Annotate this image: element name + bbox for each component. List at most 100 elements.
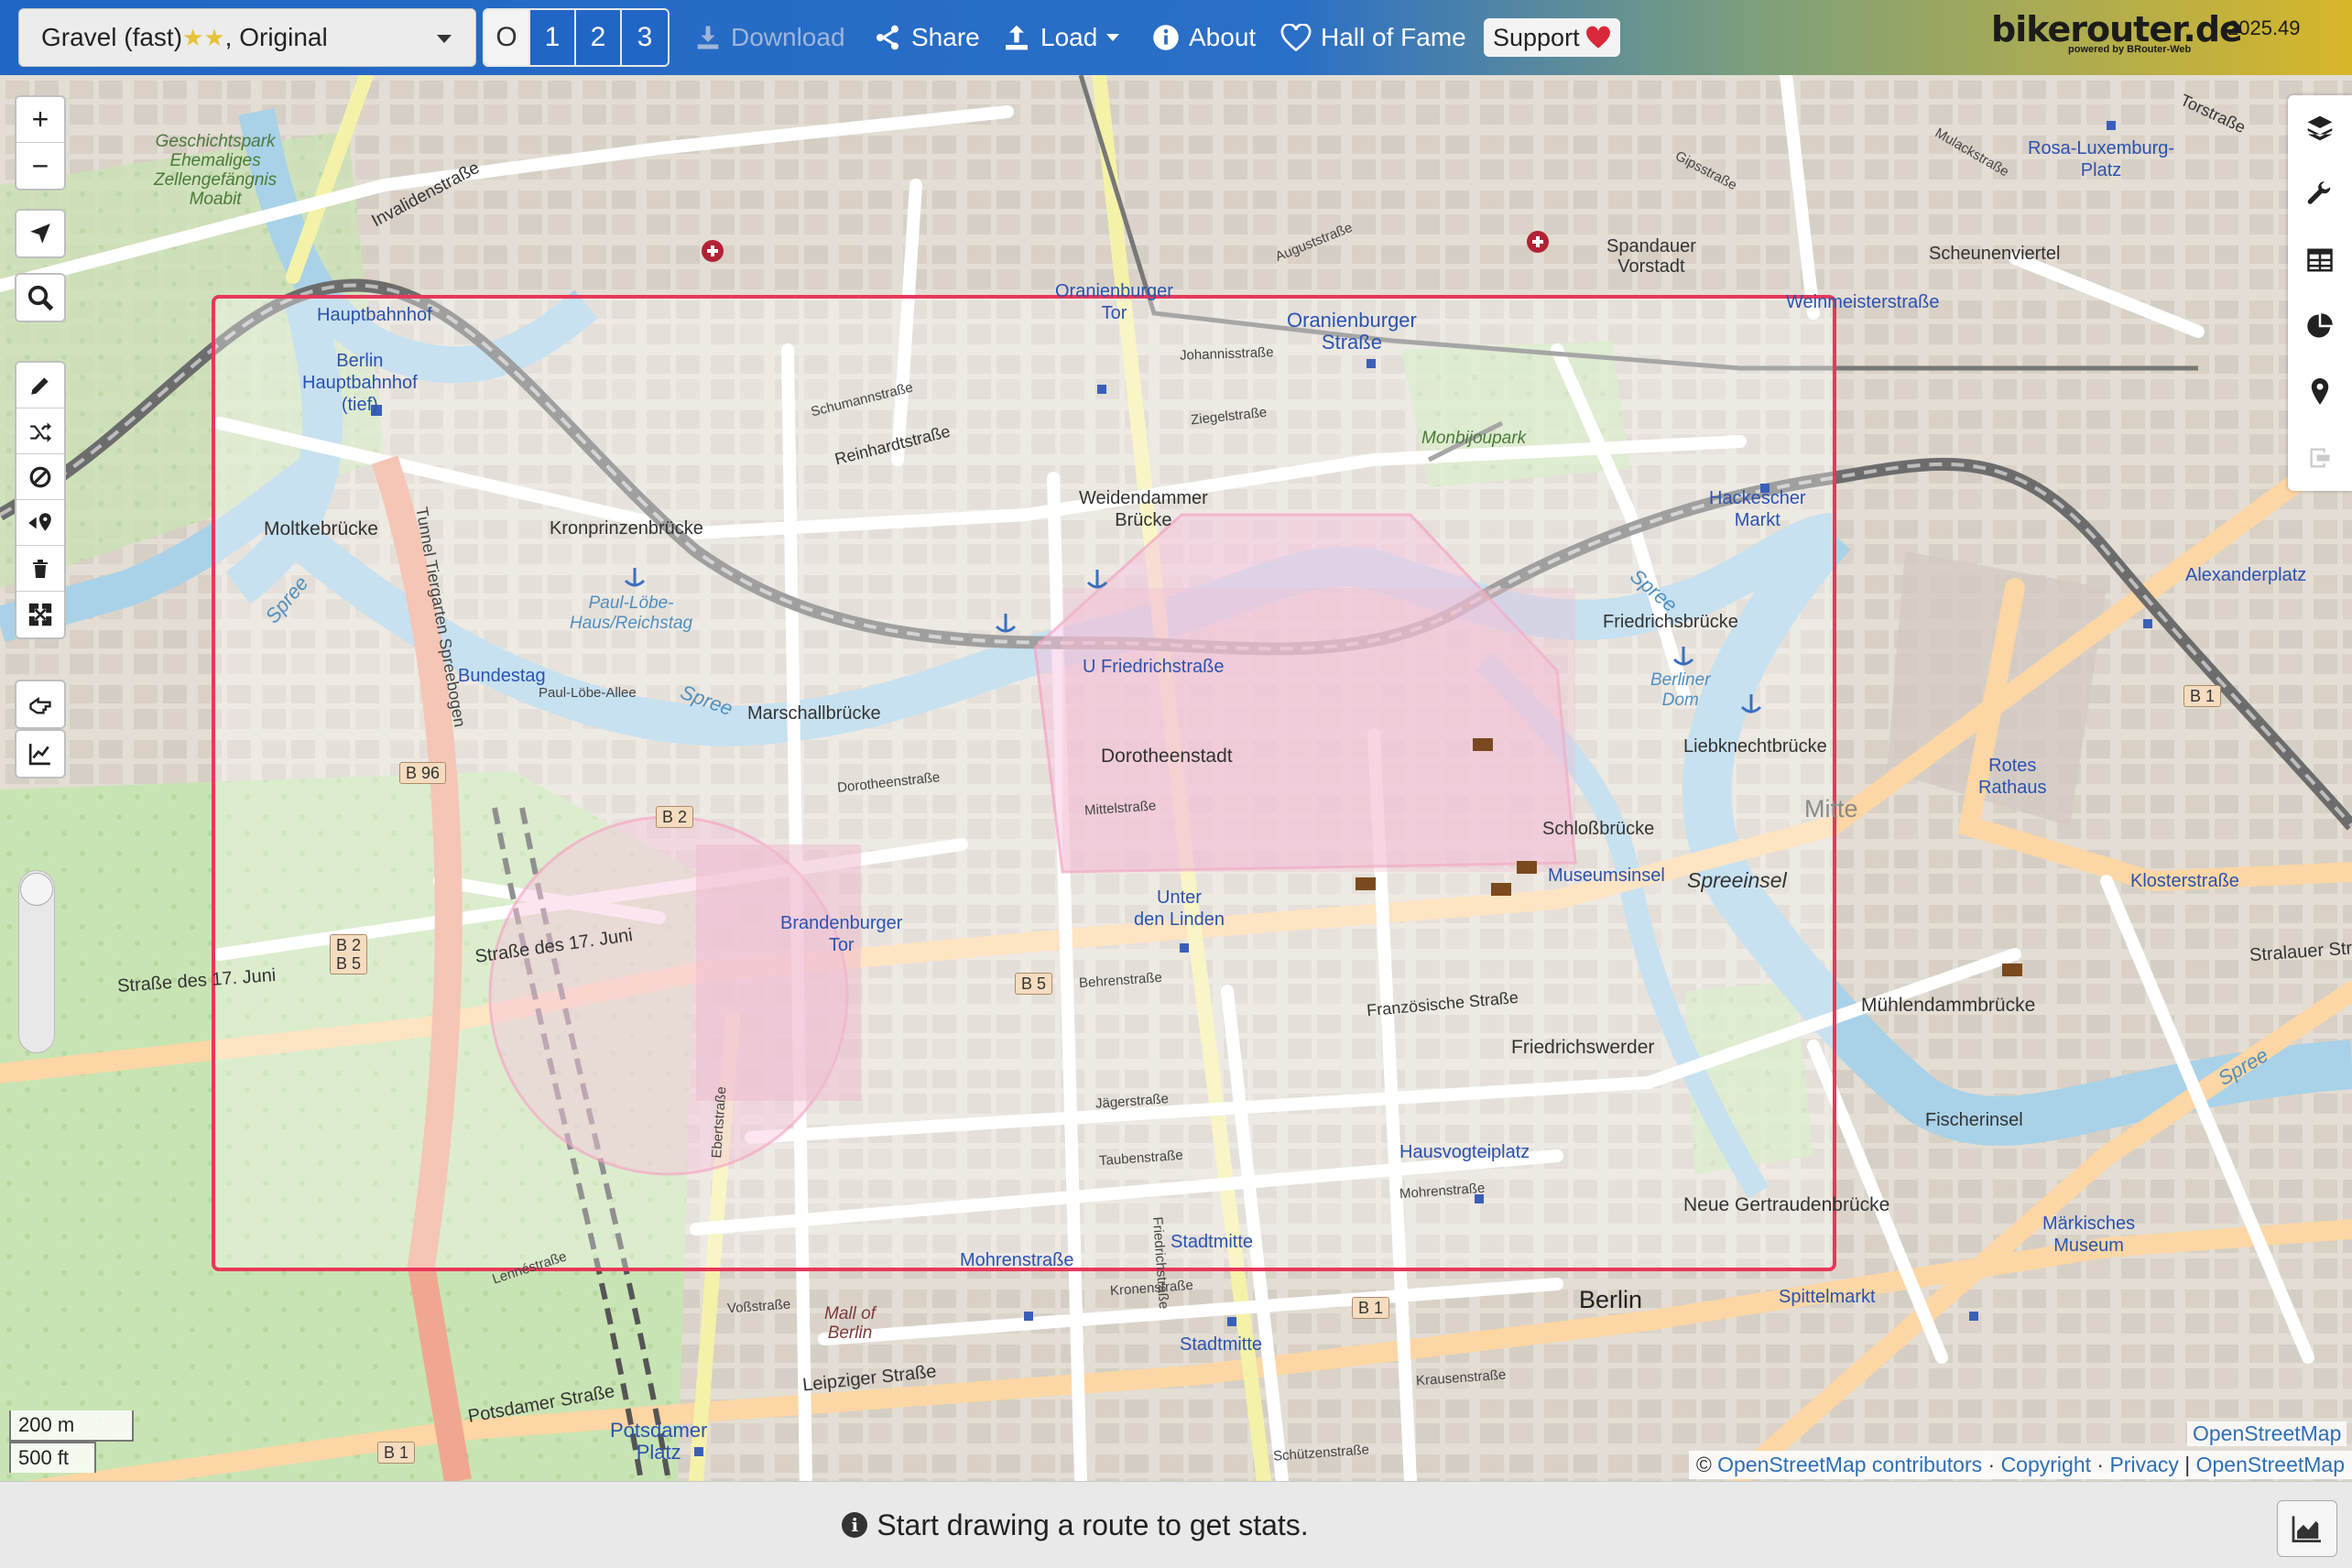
label-berlin: Berlin <box>1579 1286 1643 1313</box>
export-panel-button[interactable] <box>2288 425 2352 491</box>
reverse-route-button[interactable] <box>16 408 64 454</box>
layers-button[interactable] <box>2288 95 2352 161</box>
osm-contributors-link[interactable]: OpenStreetMap contributors <box>1717 1453 1982 1476</box>
profile-name: Gravel (fast) <box>41 23 183 51</box>
label-hackescher-markt: Hackescher Markt <box>1709 488 1806 530</box>
privacy-link[interactable]: Privacy <box>2109 1453 2178 1476</box>
road-shield-b1-center: B 1 <box>1352 1297 1390 1319</box>
label-bundestag: Bundestag <box>458 666 546 686</box>
road-shield-b5: B 5 <box>1015 973 1053 995</box>
alternative-2-button[interactable]: 2 <box>576 10 622 65</box>
map-attribution: © OpenStreetMap contributors · Copyright… <box>1688 1451 2352 1479</box>
osm-link[interactable]: OpenStreetMap <box>2196 1453 2345 1476</box>
profile-select[interactable]: Gravel (fast) ★★ , Original <box>18 8 476 67</box>
zoom-in-button[interactable]: + <box>16 97 64 143</box>
profile-settings-button[interactable] <box>2288 161 2352 227</box>
poi-list-button[interactable] <box>2288 359 2352 425</box>
label-fischerinsel: Fischerinsel <box>1925 1110 2023 1130</box>
data-table-button[interactable] <box>2288 227 2352 293</box>
support-button[interactable]: Support <box>1484 18 1620 57</box>
load-button[interactable]: Load <box>1002 15 1120 60</box>
label-paul-loebe-haus: Paul-Löbe- Haus/Reichstag <box>570 593 693 633</box>
draw-route-button[interactable] <box>16 363 64 408</box>
heart-icon <box>1280 24 1312 51</box>
share-button[interactable]: Share <box>873 15 980 60</box>
label-rotes-rathaus: Rotes Rathaus <box>1978 756 2047 798</box>
label-rosa-luxemburg-platz: Rosa-Luxemburg- Platz <box>2028 138 2175 180</box>
share-label: Share <box>911 23 980 51</box>
alternative-3-button[interactable]: 3 <box>622 10 668 65</box>
label-monbijoupark: Monbijoupark <box>1421 429 1527 448</box>
about-label: About <box>1189 23 1257 51</box>
road-shield-b1-east: B 1 <box>2183 685 2222 707</box>
label-dorotheenstadt: Dorotheenstadt <box>1101 746 1233 767</box>
analysis-button[interactable] <box>2288 293 2352 359</box>
opacity-slider[interactable] <box>18 870 55 1053</box>
label-weinmeisterstrasse: Weinmeisterstraße <box>1786 292 1940 312</box>
download-label: Download <box>731 23 845 51</box>
attribution-separator: · <box>2091 1453 2110 1476</box>
map-canvas[interactable]: Hauptbahnhof Berlin Hauptbahnhof (tief) … <box>0 75 2352 1481</box>
no-go-area-button[interactable] <box>16 454 64 500</box>
location-arrow-icon <box>30 223 50 244</box>
label-friedrichswerder: Friedrichswerder <box>1511 1037 1655 1058</box>
locate-control <box>15 209 66 258</box>
map-scale: 200 m 500 ft <box>9 1410 134 1473</box>
attribution-separator: · <box>1982 1453 2001 1476</box>
stats-message: i Start drawing a route to get stats. <box>842 1508 1309 1542</box>
download-button[interactable]: Download <box>694 15 845 60</box>
road-shield-b2: B 2 <box>656 806 694 828</box>
label-moltkebruecke: Moltkebrücke <box>264 518 378 539</box>
label-mohrenstrasse-station: Mohrenstraße <box>960 1250 1074 1270</box>
locate-button[interactable] <box>16 211 64 256</box>
attribution-layer-name[interactable]: OpenStreetMap <box>2187 1421 2347 1446</box>
road-shield-b2-b5: B 2 B 5 <box>330 934 368 975</box>
copyright-link[interactable]: Copyright <box>2001 1453 2091 1476</box>
zoom-out-button[interactable]: − <box>16 143 64 189</box>
elevation-button[interactable] <box>16 731 64 777</box>
map-pin-icon <box>2311 378 2329 405</box>
poi-button[interactable] <box>16 500 64 546</box>
elevation-control <box>15 729 66 779</box>
download-icon <box>697 26 719 49</box>
share-icon <box>877 25 898 50</box>
search-control <box>15 273 66 322</box>
label-schlossbruecke: Schloßbrücke <box>1542 819 1655 839</box>
label-neue-gertraudenbruecke: Neue Gertraudenbrücke <box>1683 1194 1890 1215</box>
top-navbar: Gravel (fast) ★★ , Original O 1 2 3 Down… <box>0 0 2352 75</box>
label-mall-of-berlin: Mall of Berlin <box>824 1304 876 1343</box>
heart-icon <box>1585 26 1610 49</box>
right-sidebar-tabs <box>2288 95 2352 491</box>
elevation-toggle-button[interactable] <box>2277 1500 2337 1557</box>
label-oranienburger-tor: Oranienburger Tor <box>1055 281 1173 323</box>
label-friedrichsbruecke: Friedrichsbrücke <box>1603 612 1738 632</box>
label-berlin-hbf: Berlin Hauptbahnhof (tief) <box>302 351 418 415</box>
label-weidendammer-bruecke: Weidendammer Brücke <box>1079 488 1208 530</box>
label-potsdamer-platz: Potsdamer Platz <box>610 1419 708 1464</box>
expand-icon <box>28 603 52 626</box>
line-chart-icon <box>28 744 50 766</box>
transit-control <box>15 680 66 729</box>
info-icon <box>1153 25 1179 50</box>
delete-route-button[interactable] <box>16 546 64 592</box>
pie-chart-icon <box>2307 313 2333 338</box>
fit-bounds-button[interactable] <box>16 592 64 637</box>
map-marker-icon <box>28 512 51 531</box>
support-label: Support <box>1493 23 1580 51</box>
search-button[interactable] <box>16 275 64 321</box>
label-liebknechtbruecke: Liebknechtbrücke <box>1683 736 1827 757</box>
profile-variant: , Original <box>224 23 328 51</box>
hall-of-fame-button[interactable]: Hall of Fame <box>1280 15 1466 60</box>
label-berliner-dom: Berliner Dom <box>1650 670 1711 710</box>
search-icon <box>27 285 54 311</box>
version-label: 2025.49 <box>2227 16 2301 39</box>
trash-icon <box>33 559 48 578</box>
alternative-1-button[interactable]: 1 <box>530 10 576 65</box>
zoom-control: + − <box>15 95 66 191</box>
alternative-0-button[interactable]: O <box>485 10 530 65</box>
about-button[interactable]: About <box>1152 15 1256 60</box>
opacity-slider-handle[interactable] <box>20 873 53 906</box>
road-shield-b96: B 96 <box>399 762 447 784</box>
route-options-button[interactable] <box>16 681 64 727</box>
label-maerkisches-museum: Märkisches Museum <box>2042 1214 2136 1256</box>
